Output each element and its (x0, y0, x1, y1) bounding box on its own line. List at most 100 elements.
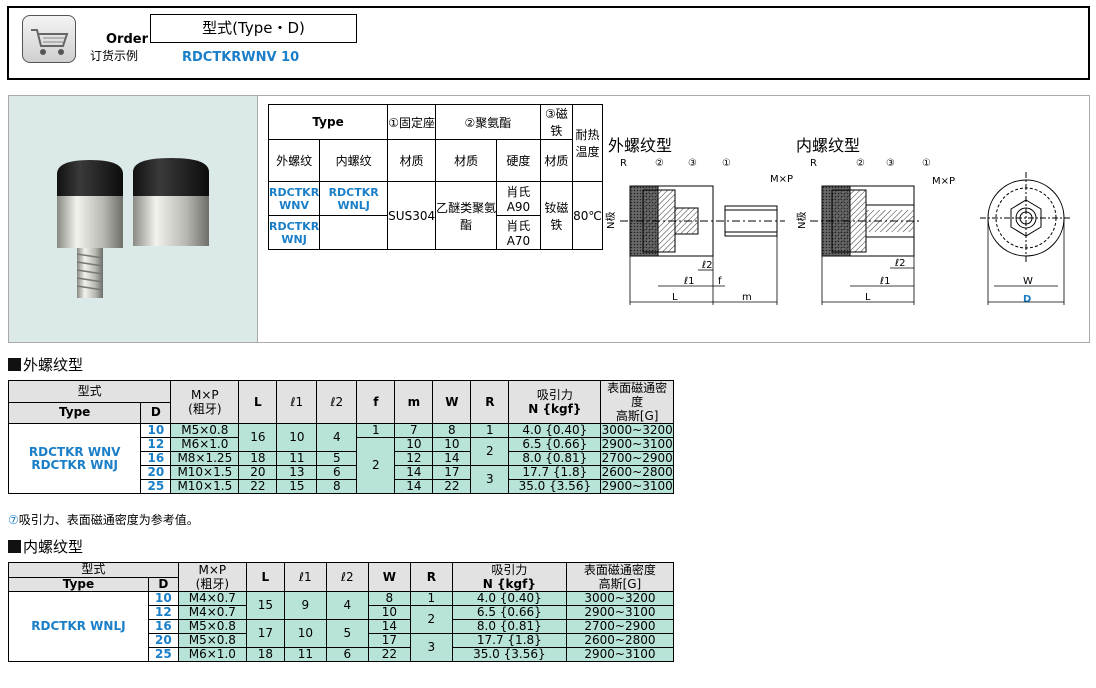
col-R: R (409, 562, 453, 592)
cell-W: 17 (367, 633, 411, 648)
svg-text:①: ① (922, 158, 931, 169)
spec-header-mat: 材质 (539, 139, 574, 182)
cell-l1: 13 (276, 465, 318, 480)
col-m: m (394, 380, 434, 424)
cell-W: 8 (432, 423, 472, 438)
spec-header-ext: 外螺纹 (267, 139, 321, 182)
svg-text:W: W (1023, 276, 1033, 287)
col-pull-sub: N {kgf} (528, 402, 582, 416)
cell-mp: M8×1.25 (170, 451, 240, 466)
svg-text:R: R (810, 158, 817, 169)
cell-R: 3 (470, 465, 510, 494)
cell-m: 14 (394, 465, 434, 480)
cell-m: 7 (394, 423, 434, 438)
cell-l2: 4 (316, 423, 358, 452)
svg-text:③: ③ (688, 158, 697, 169)
svg-text:L: L (865, 292, 871, 303)
cell-R: 2 (409, 605, 453, 634)
col-mp: M×P (粗牙) (177, 562, 247, 592)
col-flux: 表面磁通密度 高斯[G] (600, 380, 674, 424)
cell-pull: 17.7 {1.8} (451, 633, 567, 648)
col-l2: ℓ2 (325, 562, 369, 592)
spec-hardness-1: 肖氏A90 (496, 181, 541, 216)
table-row: 10 (147, 591, 179, 606)
cell-L: 17 (245, 619, 285, 648)
cell-f: 1 (356, 423, 396, 438)
cell-W: 10 (432, 437, 472, 452)
cart-icon[interactable] (22, 15, 76, 63)
svg-text:N极: N极 (795, 212, 808, 229)
col-R: R (470, 380, 510, 424)
table-row: 12 (147, 605, 179, 620)
cell-mp: M5×0.8 (177, 633, 247, 648)
col-type-cn: 型式 (8, 562, 179, 578)
spec-type-wnv: RDCTKR WNV (267, 181, 321, 216)
col-mp-sub: (粗牙) (195, 577, 230, 591)
cell-W: 10 (367, 605, 411, 620)
cell-R: 2 (470, 437, 510, 466)
cell-l1: 11 (276, 451, 318, 466)
svg-text:③: ③ (886, 158, 895, 169)
spec-header-pu: ②聚氨酯 (435, 104, 541, 140)
svg-text:ℓ2: ℓ2 (702, 260, 713, 271)
svg-text:f: f (718, 276, 722, 287)
col-l2: ℓ2 (316, 380, 358, 424)
int-type-cell: RDCTKR WNLJ (8, 591, 149, 662)
cell-R: 3 (409, 633, 453, 662)
int-section-title: 内螺纹型 (8, 536, 83, 557)
cell-mp: M4×0.7 (177, 605, 247, 620)
table-row: 25 (147, 647, 179, 662)
cell-pull: 6.5 {0.66} (508, 437, 602, 452)
col-type: Type (7, 401, 142, 424)
order-label-cn: 订货示例 (90, 49, 139, 63)
col-l1: ℓ1 (276, 380, 318, 424)
ext-thread-table: 型式 M×P (粗牙) L ℓ1 ℓ2 f m W R 吸引力 N {kgf} 表面… (7, 380, 674, 494)
svg-text:R: R (620, 158, 627, 169)
ext-section-label: 外螺纹型 (23, 356, 84, 374)
svg-text:ℓ1: ℓ1 (684, 276, 695, 287)
cell-l2: 6 (325, 647, 369, 662)
cell-W: 22 (367, 647, 411, 662)
note-text: 吸引力、表面磁通密度为参考值。 (18, 513, 199, 527)
col-mp-label: M×P (198, 563, 227, 577)
spec-header-seat: ①固定座 (387, 104, 437, 140)
note-icon: ⑦ (8, 513, 19, 527)
table-row: 10 (140, 423, 172, 438)
cell-mp: M4×0.7 (177, 591, 247, 606)
material-table: Type ①固定座 ②聚氨酯 ③磁铁 耐热温度 外螺纹 内螺纹 材质 材质 硬度… (267, 104, 603, 250)
cell-l1: 9 (283, 591, 327, 620)
cell-pull: 6.5 {0.66} (451, 605, 567, 620)
svg-text:M×P: M×P (932, 176, 955, 187)
cell-l1: 10 (283, 619, 327, 648)
col-pull-sub: N {kgf} (482, 577, 536, 591)
type-d-box: 型式(Type・D) (150, 14, 357, 43)
table-row: 16 (140, 451, 172, 466)
spec-type-wnj: RDCTKR WNJ (267, 215, 321, 250)
order-label-en: Order (106, 32, 148, 47)
svg-text:D: D (1023, 294, 1031, 305)
cell-pull: 35.0 {3.56} (451, 647, 567, 662)
col-flux-label: 表面磁通密度 (583, 563, 656, 577)
ext-type-cell: RDCTKR WNV RDCTKR WNJ (7, 423, 142, 494)
cell-mp: M5×0.8 (177, 619, 247, 634)
col-mp-sub: (粗牙) (188, 402, 222, 416)
spec-header-hardness: 硬度 (496, 139, 541, 182)
cell-l2: 6 (316, 465, 358, 480)
spec-header-mat: 材质 (435, 139, 498, 182)
int-thread-table: 型式 M×P (粗牙) L ℓ1 ℓ2 W R 吸引力 N {kgf} 表面磁通密度… (8, 562, 675, 662)
col-flux-sub: 高斯[G] (598, 577, 642, 591)
spec-hardness-2: 肖氏A70 (496, 215, 541, 250)
cell-flux: 2900~3100 (600, 479, 674, 494)
spec-temperature: 80℃ (572, 181, 603, 250)
cell-flux: 3000~3200 (600, 423, 674, 438)
cell-flux: 2900~3100 (565, 605, 675, 620)
cell-W: 22 (432, 479, 472, 494)
dimension-drawing: R ② ③ ① M×P N极 ℓ2 ℓ1 f Lm R ② ③ ① M×P N极 ℓ2 ℓ1 L W… (604, 158, 1072, 305)
cell-R: 1 (470, 423, 510, 438)
product-photo (8, 95, 258, 343)
cell-flux: 2600~2800 (565, 633, 675, 648)
spec-header-magnet: ③磁铁 (539, 104, 574, 140)
cell-f: 2 (356, 437, 396, 494)
col-L: L (238, 380, 278, 424)
cell-L: 20 (238, 465, 278, 480)
